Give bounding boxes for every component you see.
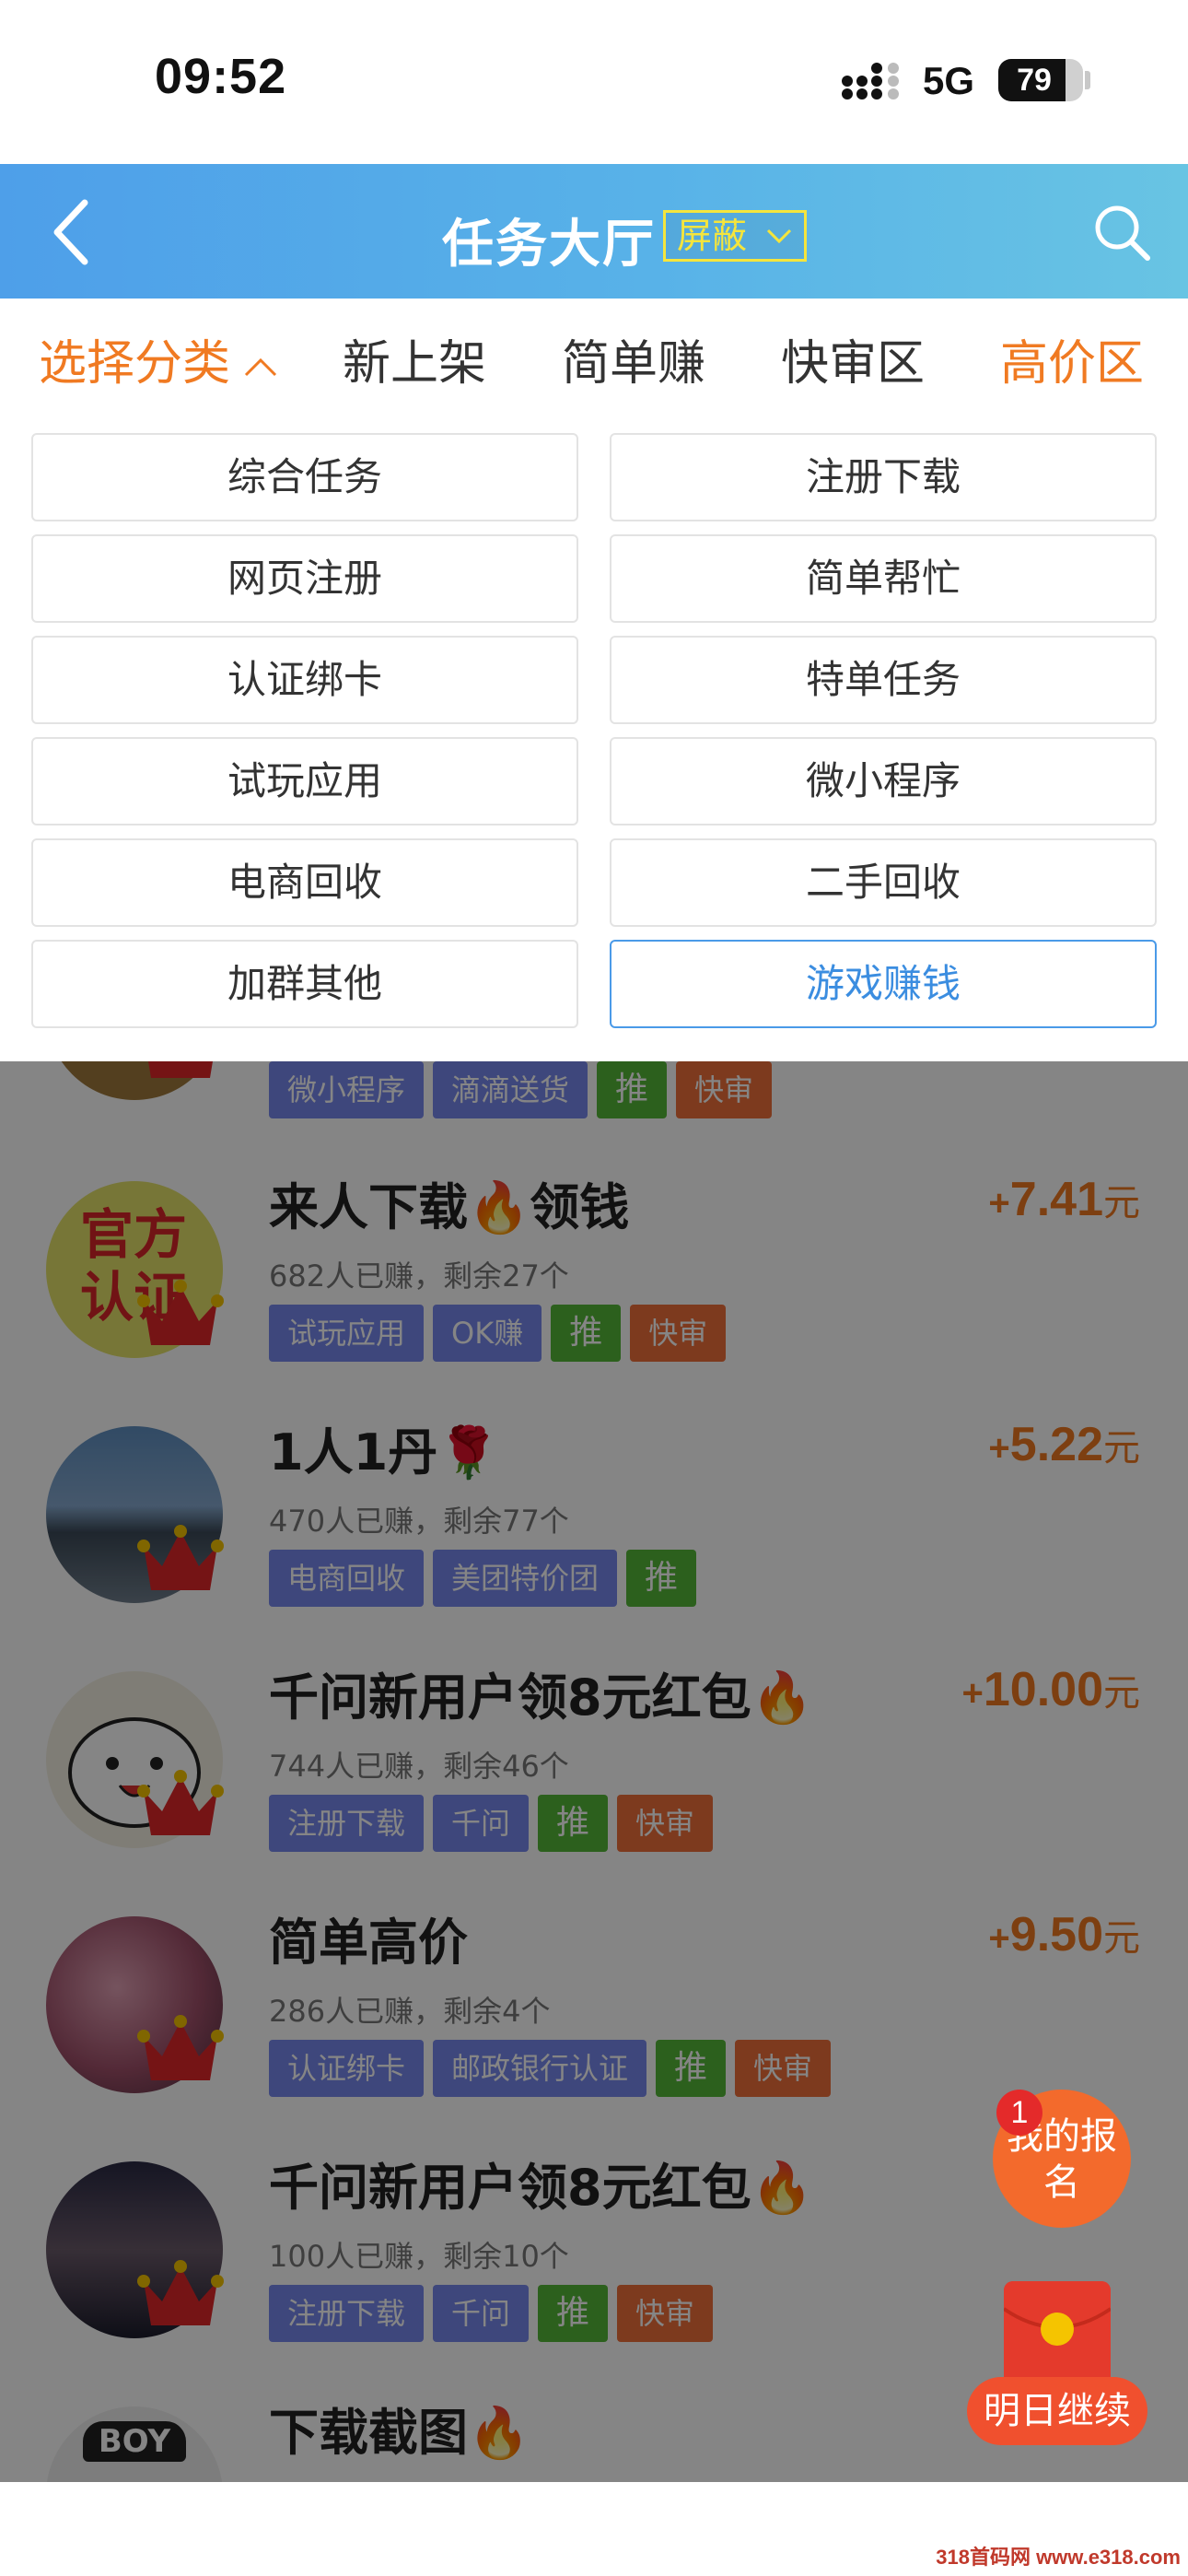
search-icon[interactable] xyxy=(1092,203,1151,262)
category-option[interactable]: 试玩应用 xyxy=(31,737,578,825)
continue-tomorrow-button[interactable]: 明日继续 xyxy=(967,2377,1147,2445)
category-option[interactable]: 认证绑卡 xyxy=(31,636,578,724)
notification-badge: 1 xyxy=(996,2090,1042,2136)
filter-dropdown[interactable]: 屏蔽 xyxy=(663,210,807,262)
tab-new[interactable]: 新上架 xyxy=(343,324,486,393)
chevron-left-icon[interactable] xyxy=(41,195,114,269)
filter-label: 屏蔽 xyxy=(677,216,748,256)
category-option-selected[interactable]: 游戏赚钱 xyxy=(610,940,1157,1028)
dim-overlay[interactable] xyxy=(0,1061,1188,2482)
app-header: 任务大厅 屏蔽 xyxy=(0,164,1188,299)
category-option[interactable]: 注册下载 xyxy=(610,433,1157,521)
tab-high-price[interactable]: 高价区 xyxy=(1000,324,1144,393)
chevron-up-icon xyxy=(244,357,277,377)
status-time: 09:52 xyxy=(155,49,287,104)
battery-icon: 79 xyxy=(998,59,1083,101)
battery-level: 79 xyxy=(1017,63,1052,98)
category-option[interactable]: 电商回收 xyxy=(31,838,578,927)
category-option[interactable]: 微小程序 xyxy=(610,737,1157,825)
category-tabs: 选择分类 新上架 简单赚 快审区 高价区 xyxy=(0,299,1188,418)
category-option[interactable]: 简单帮忙 xyxy=(610,534,1157,623)
category-option[interactable]: 特单任务 xyxy=(610,636,1157,724)
watermark: 318首码网 www.e318.com xyxy=(936,2546,1181,2569)
tab-select-category[interactable]: 选择分类 xyxy=(39,324,278,393)
category-option[interactable]: 加群其他 xyxy=(31,940,578,1028)
tab-label: 选择分类 xyxy=(39,336,231,392)
red-envelope-icon[interactable] xyxy=(1002,2281,1112,2392)
signal-icon xyxy=(842,63,899,100)
category-panel: 综合任务 注册下载 网页注册 简单帮忙 认证绑卡 特单任务 试玩应用 微小程序 … xyxy=(0,418,1188,1061)
category-option[interactable]: 综合任务 xyxy=(31,433,578,521)
battery-tip xyxy=(1085,71,1090,89)
red-envelope-graphic xyxy=(1002,2281,1112,2392)
network-type: 5G xyxy=(923,59,975,102)
chevron-down-icon xyxy=(766,228,792,244)
category-option[interactable]: 二手回收 xyxy=(610,838,1157,927)
category-option[interactable]: 网页注册 xyxy=(31,534,578,623)
status-bar: 09:52 5G 79 xyxy=(0,0,1188,164)
page-title: 任务大厅 xyxy=(442,215,656,275)
tab-easy[interactable]: 简单赚 xyxy=(562,324,705,393)
tab-fast-review[interactable]: 快审区 xyxy=(781,324,925,393)
